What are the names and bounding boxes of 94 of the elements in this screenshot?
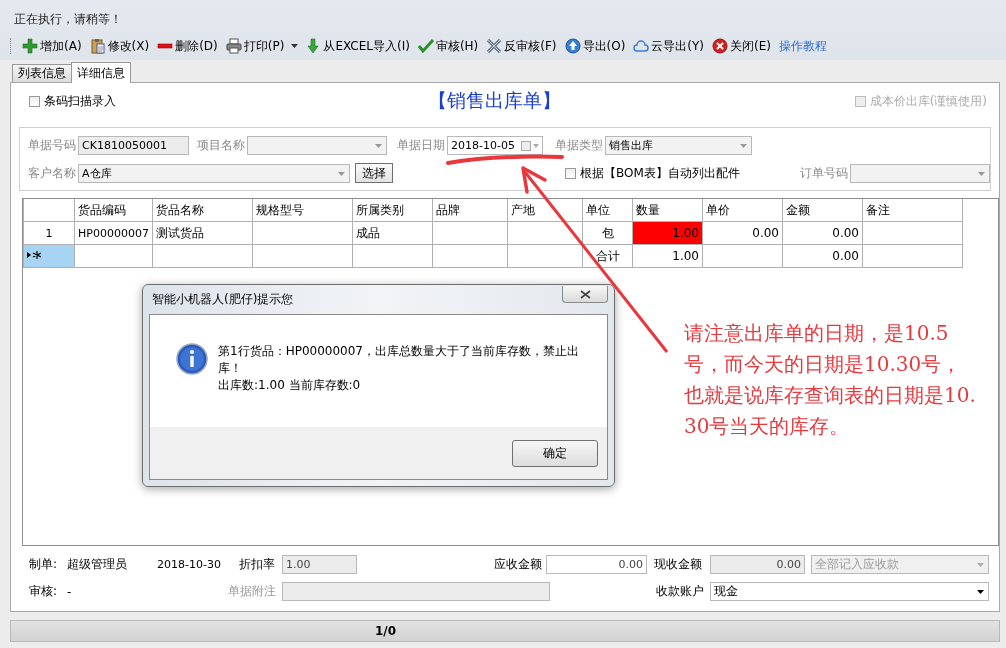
text-field[interactable] [282,582,550,601]
dropdown-field[interactable] [247,135,387,155]
field-label: 收款账户 [656,583,704,600]
tab[interactable]: 列表信息 [12,64,72,82]
column-header: 备注 [862,199,963,222]
toolbar-button[interactable]: 增加(A) [21,36,83,56]
table-cell: 合计 [582,244,633,268]
field-label: 单据号码 [28,136,76,154]
table-cell: 包 [582,221,633,245]
info-icon [176,343,208,375]
column-header: 单价 [702,199,783,222]
field-label: 订单号码 [799,164,848,182]
column-header: 规格型号 [252,199,353,222]
column-header: 品牌 [432,199,508,222]
printer-icon [225,38,242,54]
field-value: 2018-10-30 [157,558,221,571]
dropdown-field[interactable]: 销售出库 [605,135,752,155]
row-number: 1 [23,221,75,245]
dialog-message: 第1行货品：HP00000007，出库总数量大于了当前库存数，禁止出库！ [218,343,580,377]
form-title: 【销售出库单】 [426,88,562,113]
dropdown-caret-icon [977,171,985,176]
toolbar-button[interactable]: 修改(X) [88,36,151,56]
dropdown-field[interactable] [849,163,990,183]
dropdown-field[interactable]: A仓库 [78,163,350,183]
upload-icon [564,38,581,54]
table-cell: HP00000007 [74,221,153,245]
table-cell: 测试货品 [152,221,253,245]
toolbar-button[interactable]: 打印(P) [224,36,286,56]
field-label: 折扣率 [239,556,275,573]
toolbar-button[interactable]: 反审核(F) [485,36,558,56]
barcode-entry-checkbox[interactable]: 条码扫描录入 [29,92,116,110]
dialog-title: 智能小机器人(肥仔)提示您 [151,291,294,308]
calendar-dropdown-icon [521,140,539,151]
new-row-marker[interactable] [23,244,75,268]
text-field[interactable]: 0.00 [546,555,647,574]
dropdown-caret-icon [291,44,299,48]
select-button[interactable]: 选择 [355,163,393,183]
toolbar-button[interactable]: 从EXCEL导入(I) [304,36,411,56]
edit-document-icon [89,38,106,54]
dropdown-caret-icon [977,563,984,567]
status-message: 正在执行，请稍等！ [14,10,122,28]
field-label: 单据类型 [555,136,603,154]
table-cell: 0.00 [702,221,783,245]
close-icon [579,289,591,299]
dropdown-caret-icon [375,143,382,148]
field-label: 客户名称 [28,164,76,182]
annotation-text: 请注意出库单的日期，是10.5号，而今天的日期是10.30号，也就是说库存查询表的日期是10.30号当天的库存。 [684,320,977,440]
date-field[interactable]: 2018-10-05 [447,135,543,155]
check-icon [417,38,434,54]
text-field[interactable]: 0.00 [710,555,805,574]
field-label: 项目名称 [197,136,245,154]
cloud-icon [633,38,650,54]
column-header: 数量 [632,199,703,222]
ok-button[interactable]: 确定 [512,439,598,467]
field-value: - [67,584,72,599]
close-button[interactable] [562,286,608,303]
toolbar-button[interactable]: 审核(H) [416,36,480,56]
dropdown-caret-icon [740,143,747,148]
column-header: 所属类别 [352,199,433,222]
toolbar-button[interactable]: 删除(D) [156,36,219,56]
text-field[interactable]: CK1810050001 [78,135,189,155]
download-icon [305,38,322,54]
column-header: 产地 [507,199,583,222]
dropdown-field[interactable]: 现金 [710,582,989,601]
add-icon [22,38,38,54]
bom-checkbox[interactable]: 根据【BOM表】自动列出配件 [565,164,740,182]
toolbar-button[interactable]: 关闭(E) [711,36,772,56]
field-label: 制单: [29,556,58,573]
column-header: 货品名称 [152,199,253,222]
table-cell: 1.00 [632,244,703,268]
tutorial-link[interactable]: 操作教程 [778,36,828,56]
field-label: 应收金额 [494,556,542,573]
field-value: 超级管理员 [67,556,127,573]
dropdown-caret-icon [977,590,984,594]
text-field[interactable]: 1.00 [282,555,357,574]
field-label: 审核: [29,583,58,600]
tab[interactable]: 详细信息 [71,62,131,83]
toolbar-button[interactable]: 云导出(Y) [632,36,706,56]
column-header: 金额 [782,199,863,222]
table-cell: 0.00 [782,244,863,268]
dialog-detail: 出库数:1.00 当前库存数:0 [218,377,362,394]
new-row-icon [27,249,41,260]
field-label: 单据日期 [397,136,445,154]
column-header: 单位 [582,199,633,222]
column-header: 货品编码 [74,199,153,222]
table-cell: 0.00 [782,221,863,245]
close-icon [712,38,729,54]
field-label: 单据附注 [228,583,276,600]
cross-tools-icon [486,38,503,54]
dropdown-caret-icon [338,171,345,176]
record-counter: 1/0 [375,624,397,638]
field-label: 现收金额 [654,556,702,573]
table-cell: 成品 [352,221,433,245]
toolbar-button[interactable]: 导出(O) [563,36,627,56]
